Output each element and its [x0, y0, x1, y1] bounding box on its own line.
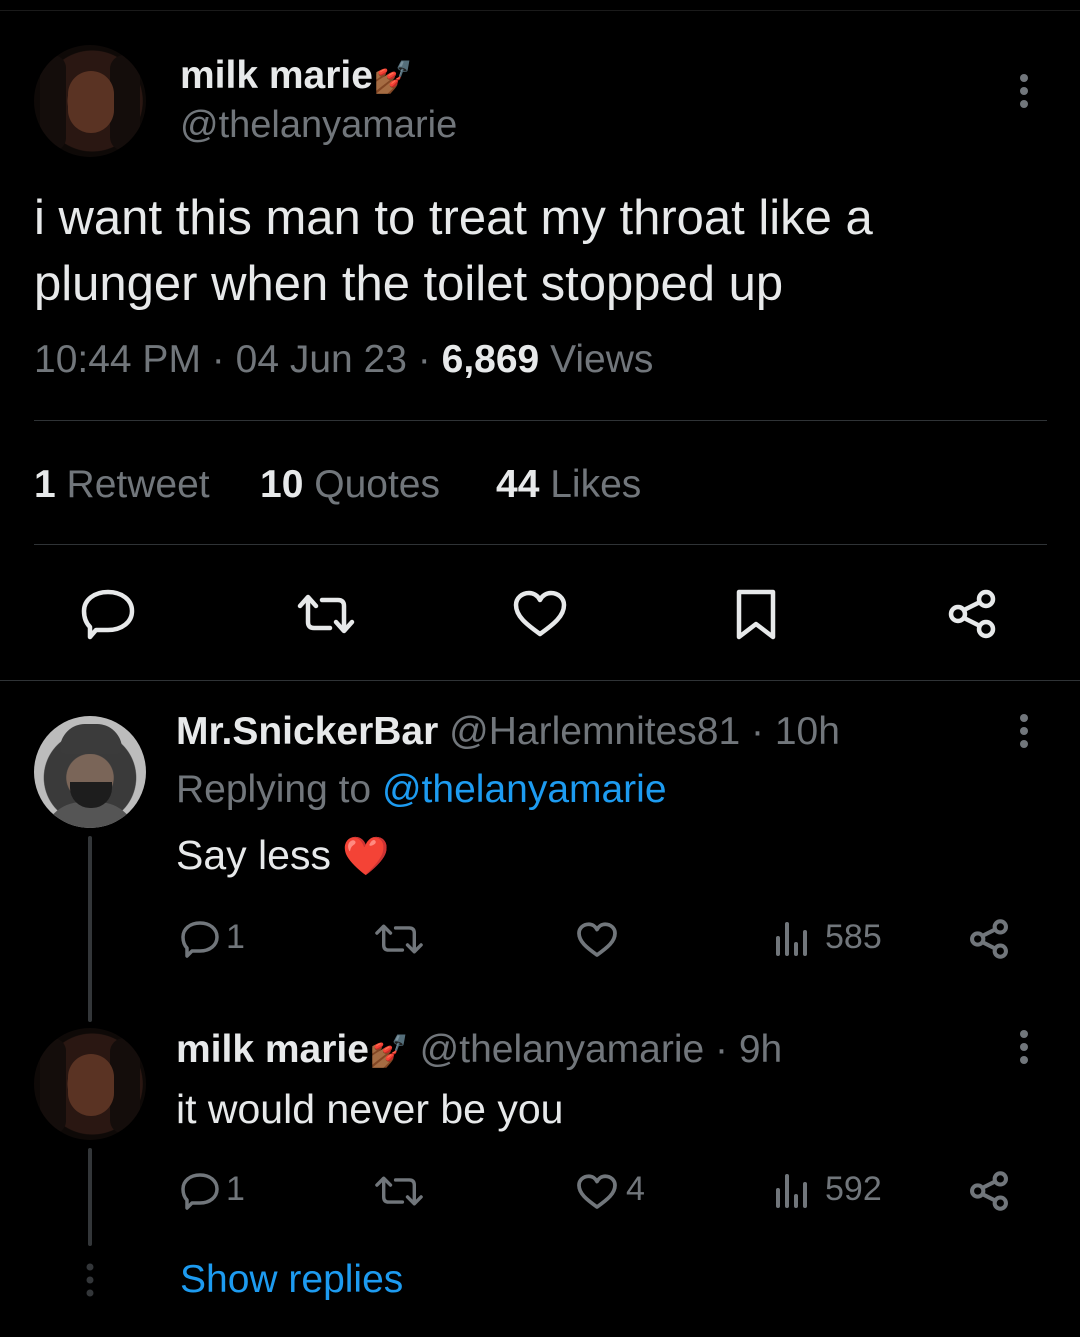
heart-icon[interactable] [512, 590, 568, 638]
reply-header: milk marie💅🏾 @thelanyamarie · 9h [176, 1028, 782, 1072]
divider [0, 680, 1080, 681]
likes-label: Likes [550, 463, 642, 506]
author-name[interactable]: milk marie💅🏾 [180, 54, 413, 98]
reply-text: Say less ❤️ [176, 832, 390, 879]
like-count: 4 [626, 1170, 645, 1208]
nail-polish-emoji: 💅🏾 [368, 1033, 409, 1069]
retweet-icon[interactable] [372, 922, 426, 956]
reply-icon[interactable] [180, 920, 220, 958]
reply-author-name[interactable]: Mr.SnickerBar [176, 710, 438, 753]
nail-polish-emoji: 💅🏾 [372, 59, 413, 95]
tweet-date[interactable]: 04 Jun 23 [236, 338, 407, 381]
avatar[interactable] [34, 45, 146, 157]
thread-line [88, 1148, 92, 1246]
heart-icon[interactable] [576, 922, 618, 958]
views-count: 6,869 [441, 338, 540, 381]
meta-separator: · [417, 338, 431, 381]
share-icon[interactable] [968, 918, 1010, 960]
views-count: 592 [825, 1170, 882, 1208]
reply-icon[interactable] [180, 1172, 220, 1210]
share-icon[interactable] [946, 588, 998, 640]
meta-separator: · [211, 338, 225, 381]
quotes-label: Quotes [314, 463, 440, 506]
tweet-time[interactable]: 10:44 PM [34, 338, 201, 381]
quotes-stat[interactable]: 10 Quotes [260, 463, 440, 507]
more-replies-dots-icon [86, 1263, 94, 1297]
tweet-text-line-2: plunger when the toilet stopped up [34, 257, 784, 311]
heart-icon[interactable] [576, 1174, 618, 1210]
replying-to-prefix: Replying to [176, 768, 372, 811]
reply-header: Mr.SnickerBar @Harlemnites81 · 10h [176, 710, 840, 754]
more-vertical-icon[interactable] [1014, 712, 1034, 752]
retweets-stat[interactable]: 1 Retweet [34, 463, 210, 507]
author-name-text: milk marie [180, 54, 373, 97]
show-replies-link[interactable]: Show replies [180, 1258, 403, 1302]
reply-text: it would never be you [176, 1086, 564, 1132]
bookmark-icon[interactable] [734, 588, 778, 642]
more-vertical-icon[interactable] [1014, 1028, 1034, 1068]
avatar[interactable] [34, 1028, 146, 1140]
thread-line [88, 836, 92, 1022]
reply-author-name-text: milk marie [176, 1028, 369, 1071]
views-label: Views [550, 338, 654, 381]
retweets-count: 1 [34, 463, 56, 506]
reply-author-name[interactable]: milk marie💅🏾 [176, 1028, 409, 1071]
retweet-icon[interactable] [296, 592, 356, 636]
divider [34, 420, 1047, 421]
reply-handle-time[interactable]: @Harlemnites81 · 10h [449, 710, 840, 753]
tweet-text-line-1: i want this man to treat my throat like … [34, 191, 873, 245]
views-icon[interactable] [774, 1172, 810, 1210]
replying-to: Replying to @thelanyamarie [176, 768, 667, 812]
reply-text-content: Say less [176, 832, 331, 878]
share-icon[interactable] [968, 1170, 1010, 1212]
views-icon[interactable] [774, 920, 810, 958]
avatar[interactable] [34, 716, 146, 828]
top-divider [0, 10, 1080, 11]
red-heart-emoji: ❤️ [342, 836, 390, 878]
views-count: 585 [825, 918, 882, 956]
author-handle[interactable]: @thelanyamarie [180, 104, 457, 147]
more-vertical-icon[interactable] [1014, 72, 1034, 112]
reply-count: 1 [226, 918, 245, 956]
likes-stat[interactable]: 44 Likes [496, 463, 641, 507]
replying-to-handle[interactable]: @thelanyamarie [382, 768, 667, 811]
tweet-meta: 10:44 PM · 04 Jun 23 · 6,869 Views [34, 338, 653, 382]
likes-count: 44 [496, 463, 540, 506]
retweets-label: Retweet [66, 463, 210, 506]
divider [34, 544, 1047, 545]
quotes-count: 10 [260, 463, 304, 506]
reply-count: 1 [226, 1170, 245, 1208]
reply-handle-time[interactable]: @thelanyamarie · 9h [420, 1028, 783, 1071]
retweet-icon[interactable] [372, 1174, 426, 1208]
reply-icon[interactable] [80, 588, 136, 640]
